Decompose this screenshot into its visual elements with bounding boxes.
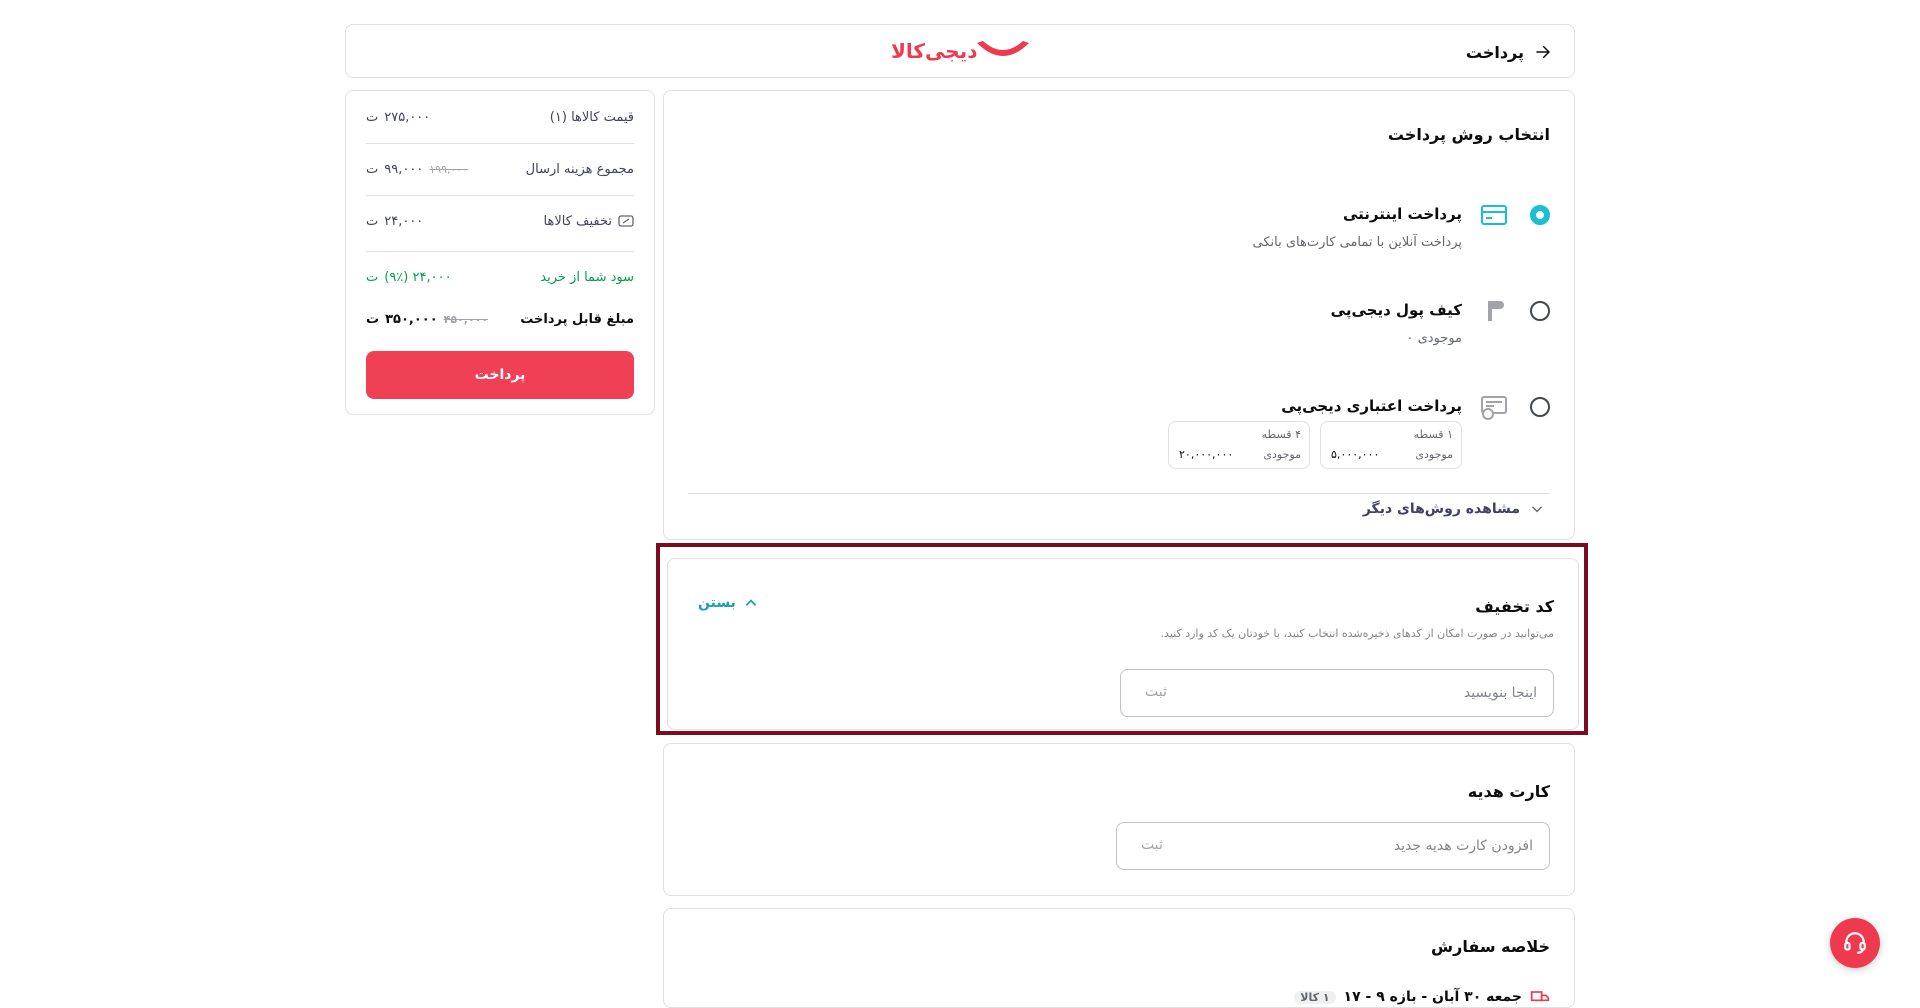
order-summary-card: خلاصه سفارش جمعه ۳۰ آبان - بازه ۹ - ۱۷ ۱… — [663, 908, 1575, 1008]
discount-description: می‌توانید در صورت امکان از کدهای ذخیره‌ش… — [1160, 627, 1554, 640]
option-subtitle: پرداخت آنلاین با تمامی کارت‌های بانکی — [1252, 235, 1463, 250]
close-discount-button[interactable]: بستن — [698, 595, 758, 611]
discount-icon — [618, 215, 634, 227]
option-title: کیف پول دیجی‌پی — [1330, 301, 1462, 319]
support-button[interactable] — [1830, 918, 1880, 968]
summary-row-payable: مبلغ قابل پرداخت ۴۵۰,۰۰۰ ۳۵۰,۰۰۰ ت — [366, 311, 634, 327]
option-subtitle: موجودی ۰ — [1406, 331, 1462, 346]
summary-row-items-price: قیمت کالاها (۱) ۲۷۵,۰۰۰ ت — [366, 109, 634, 125]
gift-field: ثبت — [1116, 822, 1550, 870]
card-icon — [1481, 205, 1507, 225]
summary-row-shipping: مجموع هزینه ارسال ۱۹۹,۰۰۰ ۹۹,۰۰۰ ت — [366, 161, 634, 177]
radio-credit[interactable] — [1530, 397, 1550, 417]
payment-option-credit[interactable]: پرداخت اعتباری دیجی‌پی ۱ قسطه موجودی ۵,۰… — [1120, 396, 1550, 487]
chevron-up-icon — [745, 599, 756, 606]
cart-summary-sidebar: قیمت کالاها (۱) ۲۷۵,۰۰۰ ت مجموع هزینه ارس… — [345, 90, 655, 415]
payment-methods-title: انتخاب روش پرداخت — [1387, 125, 1550, 144]
wallet-icon — [1488, 301, 1504, 321]
gift-card-section: کارت هدیه ثبت — [663, 743, 1575, 896]
headset-icon — [1844, 932, 1866, 954]
toman-icon: ت — [366, 213, 379, 229]
toman-icon: ت — [366, 109, 379, 125]
chevron-down-icon — [1532, 506, 1542, 513]
logo-smile-icon — [977, 41, 1029, 56]
discount-submit-button[interactable]: ثبت — [1145, 684, 1167, 700]
page-title: پرداخت — [1465, 42, 1524, 62]
discount-card: کد تخفیف بستن می‌توانید در صورت امکان از… — [667, 558, 1579, 730]
more-methods-toggle[interactable]: مشاهده روش‌های دیگر — [1363, 501, 1544, 517]
pay-button[interactable]: پرداخت — [366, 351, 634, 399]
arrow-right-icon — [1536, 46, 1550, 58]
discount-field: ثبت — [1120, 669, 1554, 717]
credit-icon — [1481, 396, 1507, 420]
toman-icon: ت — [366, 269, 379, 285]
summary-row-discount: تخفیف کالاها ۲۴,۰۰۰ ت — [366, 211, 634, 231]
divider — [688, 493, 1550, 494]
items-count-badge: ۱ کالا — [1294, 990, 1336, 1004]
digikala-logo[interactable]: دیجی‌کالا — [891, 37, 1031, 67]
option-title: پرداخت اینترنتی — [1343, 205, 1462, 223]
payment-option-wallet[interactable]: کیف پول دیجی‌پی موجودی ۰ — [1170, 301, 1550, 361]
option-title: پرداخت اعتباری دیجی‌پی — [1281, 397, 1462, 415]
gift-submit-button[interactable]: ثبت — [1141, 837, 1163, 853]
radio-internet[interactable] — [1530, 205, 1550, 225]
back-button[interactable]: پرداخت — [1466, 25, 1552, 79]
checkout-header: پرداخت دیجی‌کالا — [345, 24, 1575, 78]
toman-icon: ت — [366, 161, 379, 177]
order-summary-title: خلاصه سفارش — [1431, 937, 1550, 956]
discount-code-input[interactable] — [1237, 670, 1537, 716]
payment-option-internet[interactable]: پرداخت اینترنتی پرداخت آنلاین با تمامی ک… — [1170, 205, 1550, 265]
gift-title: کارت هدیه — [1467, 782, 1550, 801]
credit-plan-4[interactable]: ۴ قسطه موجودی ۲۰,۰۰۰,۰۰۰ — [1168, 421, 1310, 469]
delivery-row: جمعه ۳۰ آبان - بازه ۹ - ۱۷ ۱ کالا — [1294, 987, 1550, 1007]
truck-icon — [1530, 991, 1550, 1002]
gift-card-input[interactable] — [1233, 823, 1533, 869]
radio-wallet[interactable] — [1530, 301, 1550, 321]
discount-title: کد تخفیف — [1475, 597, 1554, 616]
credit-plan-1[interactable]: ۱ قسطه موجودی ۵,۰۰۰,۰۰۰ — [1320, 421, 1462, 469]
toman-icon: ت — [366, 311, 380, 327]
payment-methods-card: انتخاب روش پرداخت پرداخت اینترنتی پرداخت… — [663, 90, 1575, 540]
summary-row-profit: سود شما از خرید ۲۴,۰۰۰ (۹٪) ت — [366, 269, 634, 285]
